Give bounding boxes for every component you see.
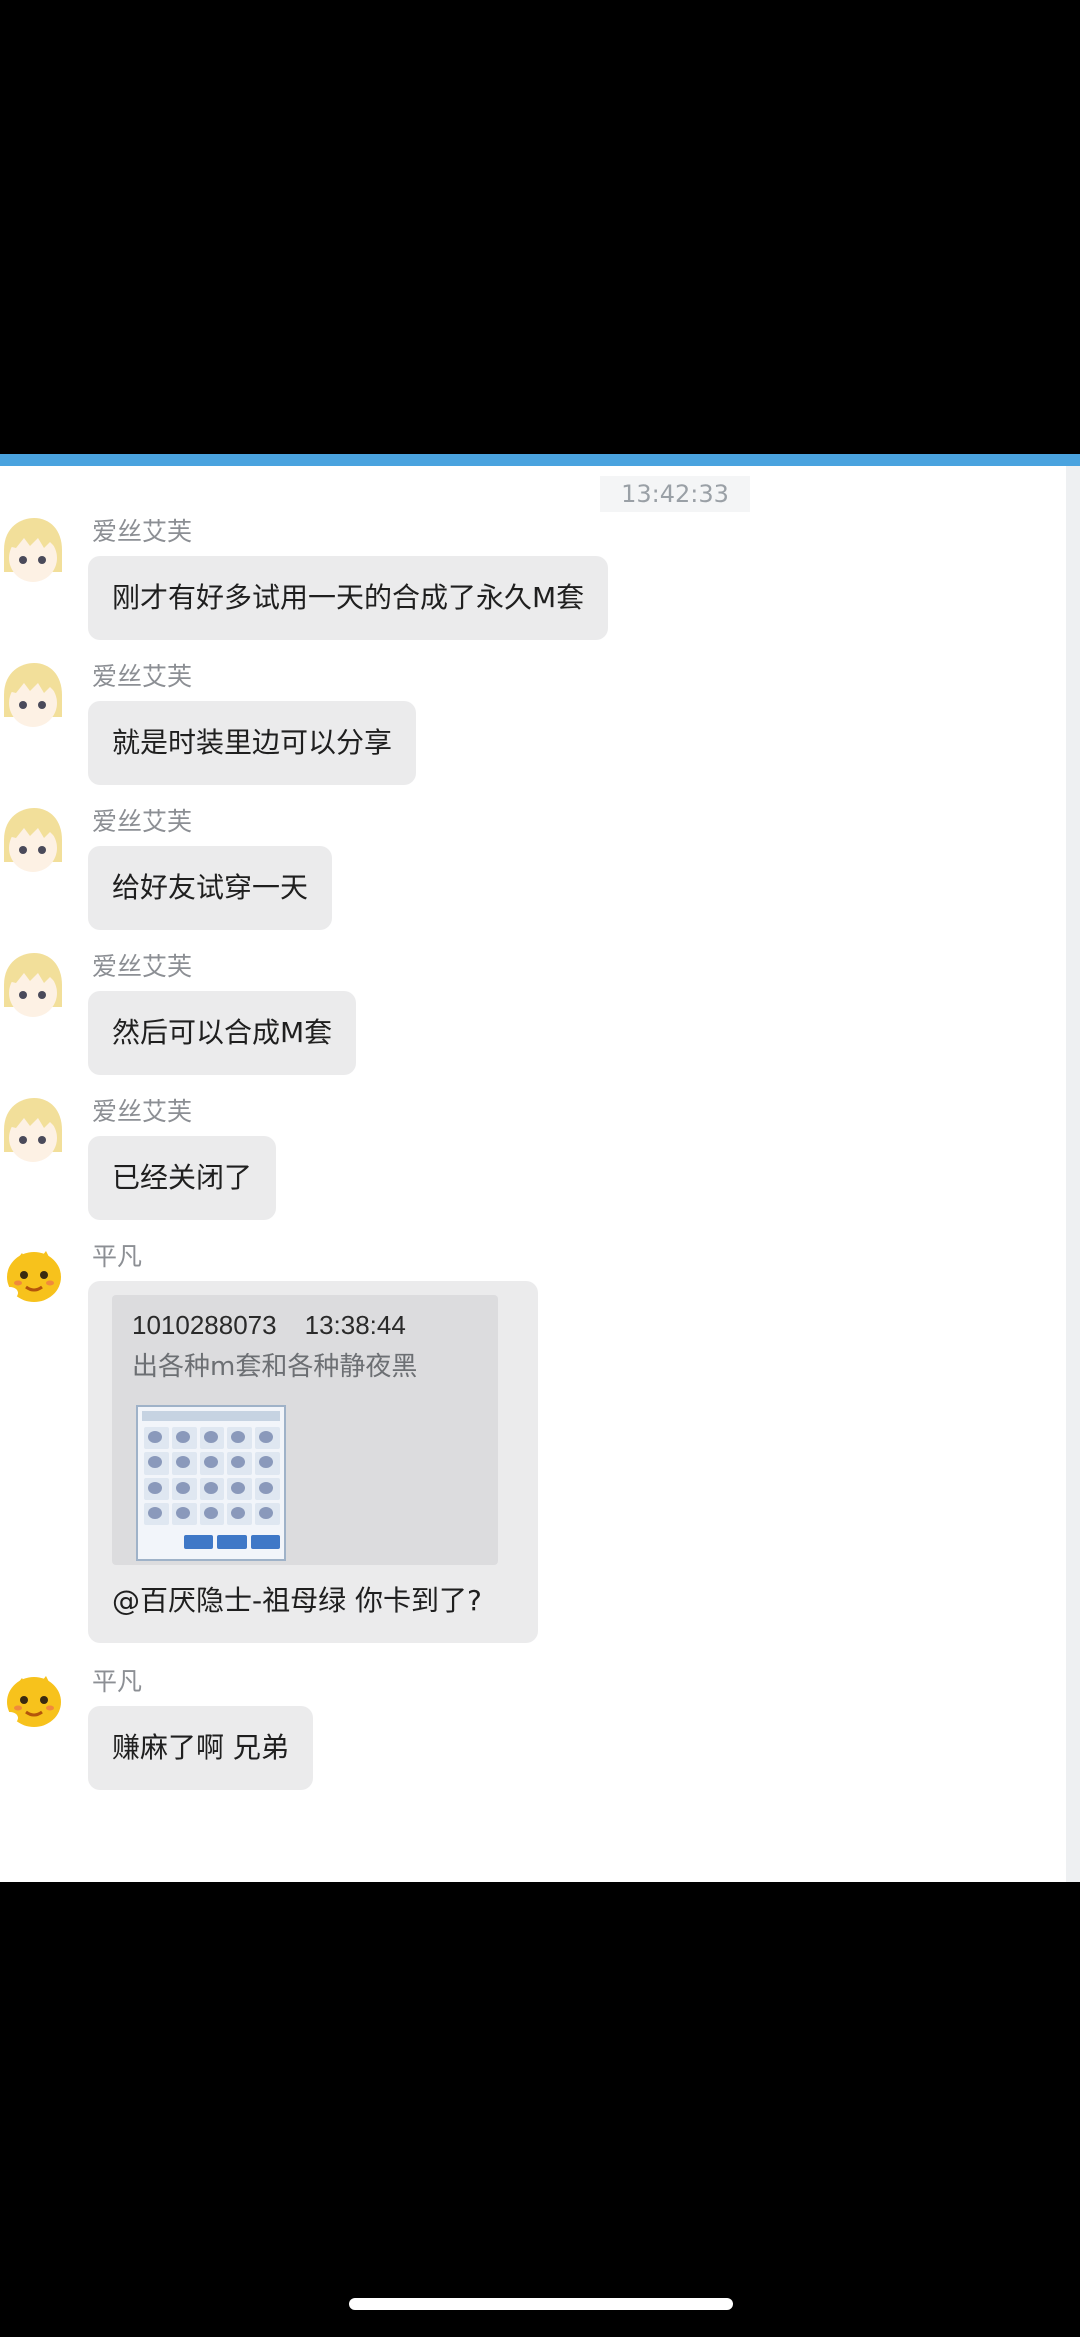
yellow-emoji-avatar-icon[interactable] [0,1241,64,1311]
home-indicator[interactable] [349,2298,733,2310]
anime-girl-avatar-icon[interactable] [0,1096,64,1166]
sender-name: 爱丝艾芙 [92,952,193,981]
sender-name: 平凡 [92,1242,143,1271]
sender-name: 爱丝艾芙 [92,1097,193,1126]
thumbnail-item-grid [144,1427,280,1525]
message-bubble[interactable]: 然后可以合成M套 [88,991,357,1075]
chat-timestamp: 13:42:33 [600,476,750,512]
sender-name: 爱丝艾芙 [92,517,193,546]
message-bubble[interactable]: 赚麻了啊 兄弟 [88,1706,313,1790]
thumbnail-buttons [184,1535,280,1549]
anime-girl-avatar-icon[interactable] [0,516,64,586]
yellow-emoji-avatar-icon[interactable] [0,1666,64,1736]
quoted-time: 13:38:44 [304,1310,406,1340]
sender-name: 平凡 [92,1667,143,1696]
anime-girl-avatar-icon[interactable] [0,806,64,876]
message-bubble[interactable]: 刚才有好多试用一天的合成了永久M套 [88,556,609,640]
scrollbar-track[interactable] [1066,466,1080,1882]
quoted-text: 出各种m套和各种静夜黑 [132,1352,418,1382]
quote-message-bubble[interactable]: 1010288073 13:38:44 出各种m套和各种静夜黑 @百厌隐士-祖母绿… [88,1281,538,1643]
quoted-message-meta: 1010288073 13:38:44 [132,1305,406,1345]
chat-panel: 13:42:33 爱丝艾芙 刚才有好多试用一天的合成了永久M套 爱丝艾芙 就是时… [0,454,1080,1882]
top-accent-stripe [0,454,1080,466]
reply-text: @百厌隐士-祖母绿 你卡到了? [112,1584,482,1617]
quoted-image-thumbnail[interactable] [136,1405,286,1561]
message-bubble[interactable]: 就是时装里边可以分享 [88,701,417,785]
sender-name: 爱丝艾芙 [92,662,193,691]
sender-name: 爱丝艾芙 [92,807,193,836]
quoted-message[interactable]: 1010288073 13:38:44 出各种m套和各种静夜黑 [112,1295,498,1565]
message-bubble[interactable]: 给好友试穿一天 [88,846,333,930]
thumbnail-toolbar [142,1411,280,1421]
message-bubble[interactable]: 已经关闭了 [88,1136,277,1220]
anime-girl-avatar-icon[interactable] [0,661,64,731]
anime-girl-avatar-icon[interactable] [0,951,64,1021]
quoted-sender-id: 1010288073 [132,1310,277,1340]
